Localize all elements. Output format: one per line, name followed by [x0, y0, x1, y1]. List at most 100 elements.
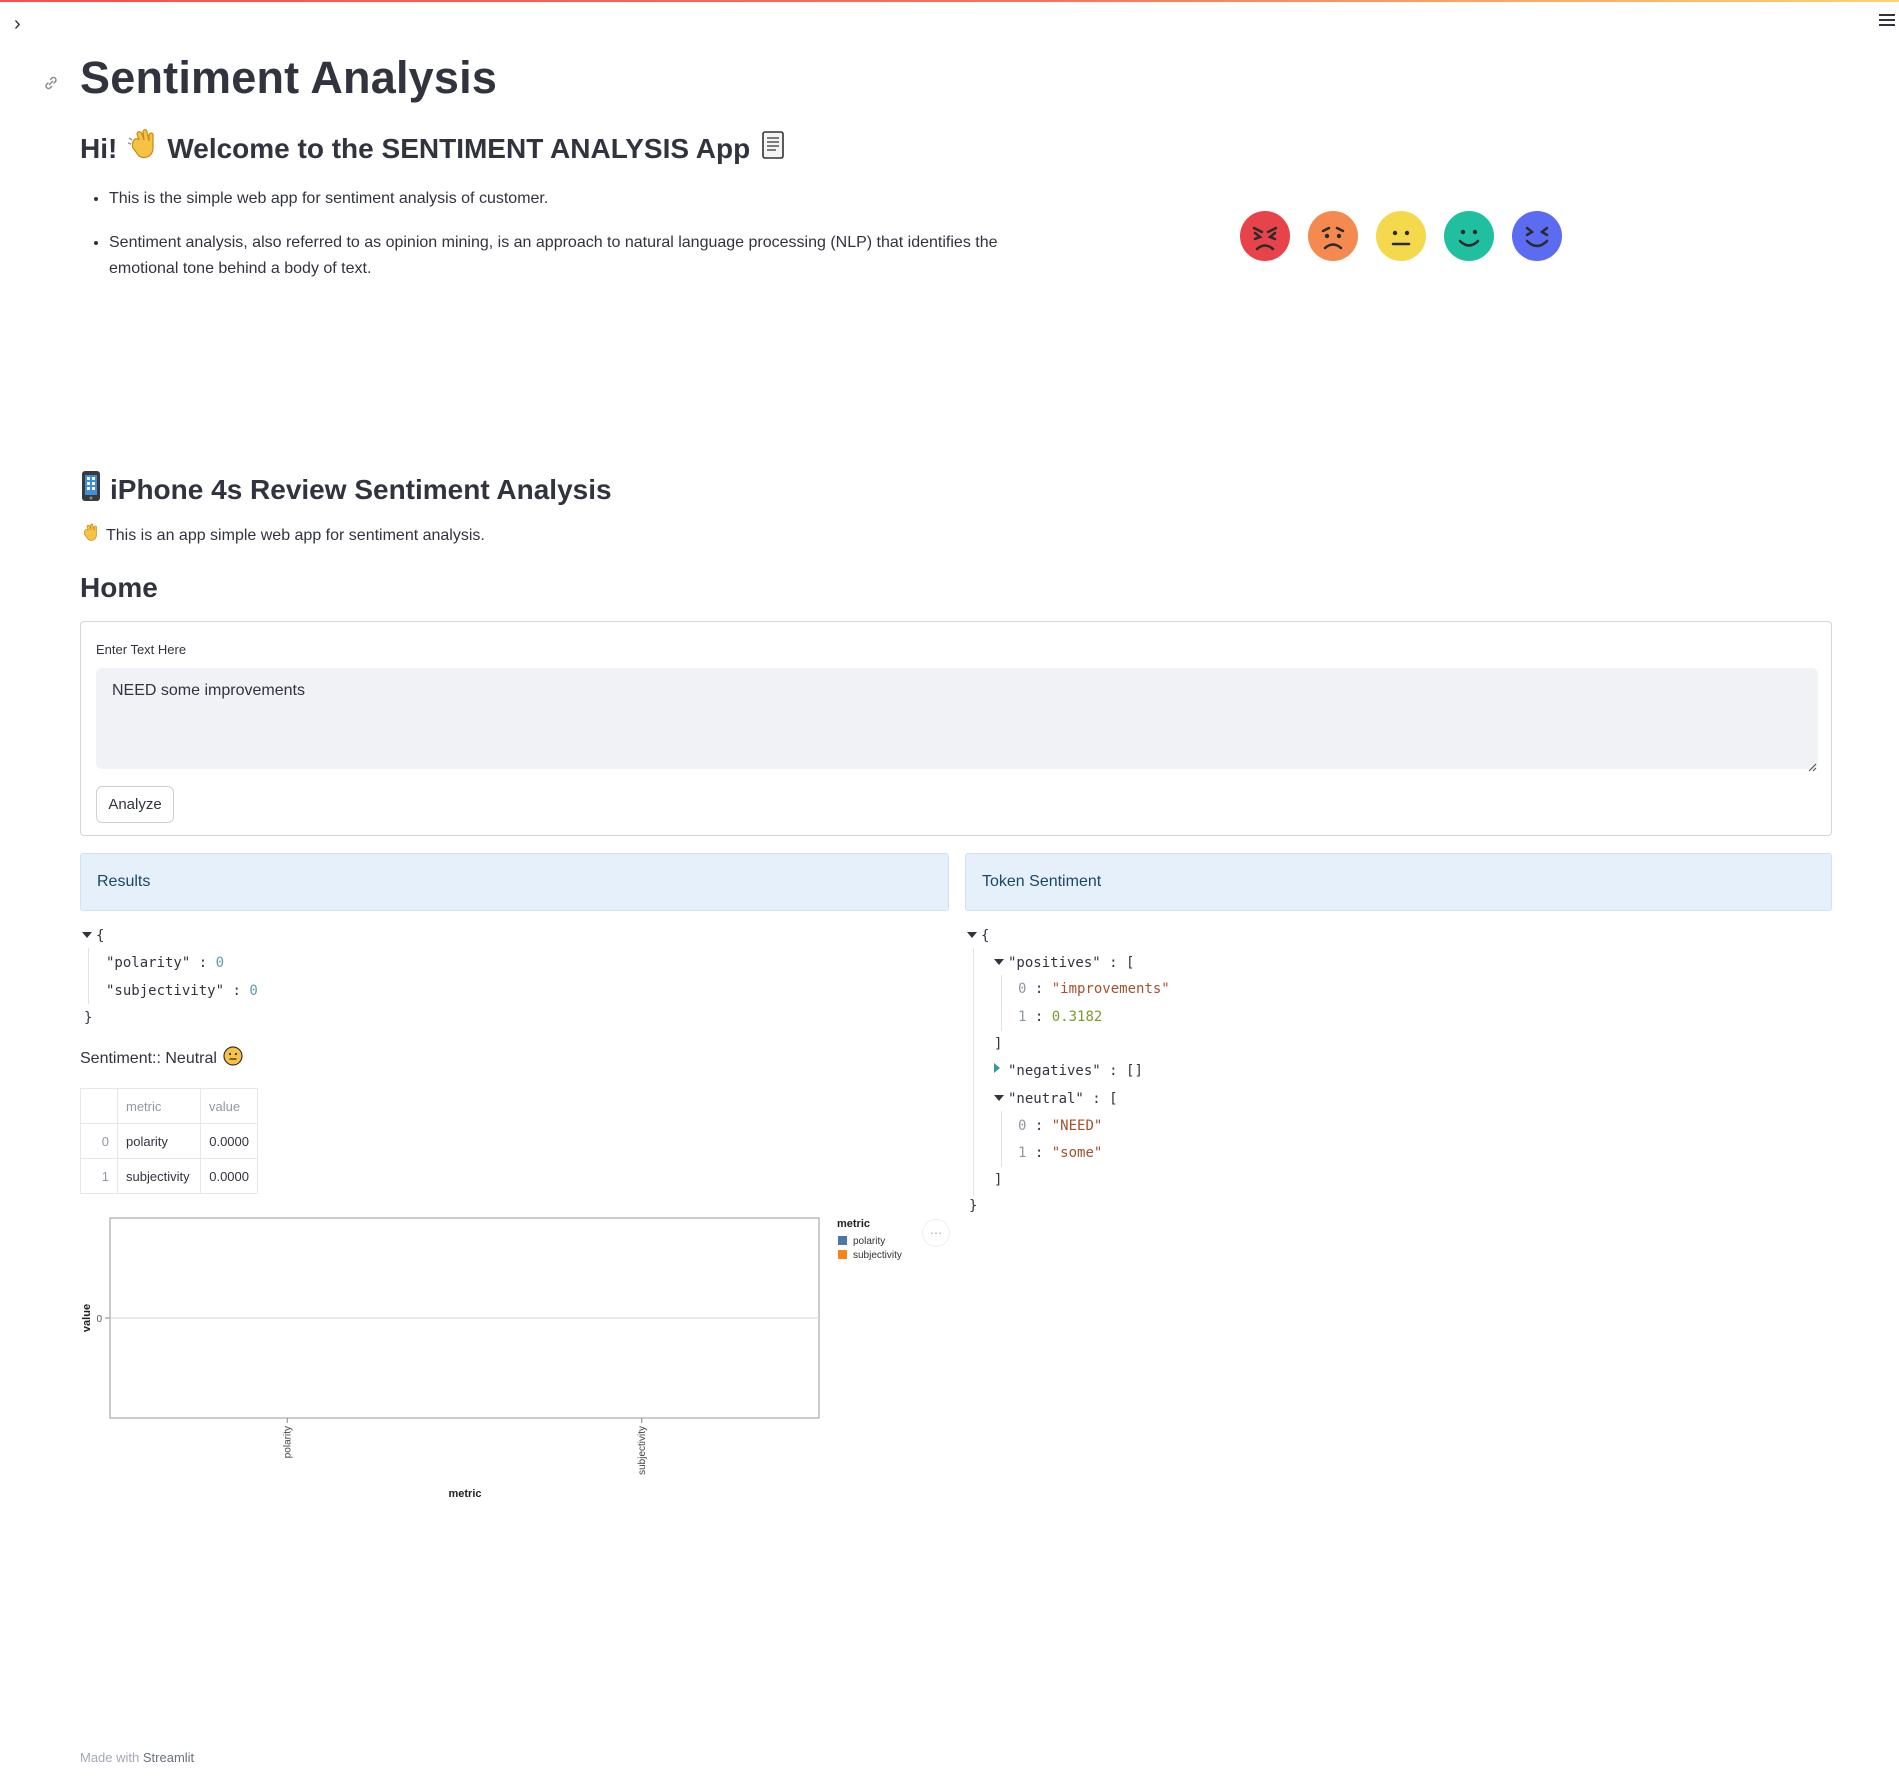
list-item: Sentiment analysis, also referred to as …: [109, 230, 1009, 282]
token-sentiment-json-viewer: { "positives" : [ 0 : "improvements" 1 :…: [965, 928, 1365, 1218]
json-guide-line: [1001, 975, 1002, 1031]
legend-swatch-polarity: [838, 1236, 847, 1245]
json-string-value: "improvements": [1051, 981, 1170, 997]
json-empty-array: []: [1126, 1063, 1143, 1079]
section-title: iPhone 4s Review Sentiment Analysis: [110, 473, 612, 505]
table-cell: 0: [80, 1123, 118, 1159]
sad-face-icon: [1308, 211, 1358, 261]
welcome-text: Welcome to the SENTIMENT ANALYSIS App: [167, 132, 751, 164]
analyze-button[interactable]: Analyze: [96, 786, 174, 823]
table-row: 0 polarity 0.0000: [80, 1123, 258, 1159]
collapse-toggle-icon[interactable]: [967, 932, 977, 938]
waving-hand-icon: [125, 128, 159, 169]
json-key: "positives": [1008, 955, 1101, 971]
y-tick-label: 0: [96, 1314, 102, 1325]
anchor-link-icon[interactable]: [42, 74, 60, 92]
json-array-item: 1 : 0.3182: [1018, 1009, 1103, 1025]
collapse-toggle-icon[interactable]: [82, 932, 92, 938]
json-brace: {: [96, 928, 105, 944]
json-array-item: 0 : "improvements": [1018, 981, 1170, 997]
json-brace: }: [969, 1198, 978, 1214]
table-header-cell: [80, 1088, 118, 1124]
json-number-value: 0.3182: [1051, 1009, 1103, 1025]
results-json-viewer: { "polarity" : 0 "subjectivity" : 0 }: [80, 928, 480, 1028]
x-tick-label: subjectivity: [637, 1426, 648, 1475]
section-heading: iPhone 4s Review Sentiment Analysis: [80, 470, 612, 509]
json-bracket: ]: [994, 1172, 1003, 1188]
chart-actions-menu-icon[interactable]: ⋯: [922, 1219, 950, 1247]
top-decoration-bar: [0, 0, 1899, 2]
metric-bar-chart[interactable]: 0 polarity subjectivity value metric metri…: [60, 1210, 960, 1510]
list-item: This is the simple web app for sentiment…: [109, 186, 1009, 212]
json-key-neutral: "neutral" : [: [1008, 1091, 1118, 1107]
json-entry-subjectivity: "subjectivity" : 0: [106, 983, 258, 999]
review-text-area[interactable]: [96, 668, 1818, 769]
json-string-value: "some": [1051, 1145, 1103, 1161]
token-sentiment-heading: Token Sentiment: [982, 873, 1102, 890]
table-cell: 0.0000: [200, 1123, 258, 1159]
section-intro: This is an app simple web app for sentim…: [80, 523, 485, 548]
table-cell: polarity: [117, 1123, 201, 1159]
json-key-positives: "positives" : [: [1008, 955, 1135, 971]
collapse-toggle-icon[interactable]: [994, 959, 1004, 965]
legend-label: subjectivity: [853, 1250, 902, 1261]
json-array-item: 1 : "some": [1018, 1145, 1103, 1161]
welcome-heading: Hi! Welcome to the SENTIMENT ANALYSIS Ap…: [80, 128, 788, 169]
x-axis-title: metric: [448, 1488, 481, 1500]
waving-hand-icon: [80, 523, 100, 548]
text-input-label: Enter Text Here: [96, 642, 187, 657]
results-info-box: Results: [80, 853, 949, 911]
footer-made-with: Made with: [80, 1750, 140, 1765]
json-key-negatives: "negatives" : []: [1008, 1063, 1143, 1079]
sentiment-text: Sentiment:: Neutral: [80, 1049, 217, 1067]
table-header-cell[interactable]: value: [200, 1088, 258, 1124]
scroll-document-icon: [758, 129, 788, 168]
neutral-face-icon: [223, 1046, 243, 1071]
polarity-json-value: 0: [215, 955, 225, 971]
json-bracket: ]: [994, 1036, 1003, 1052]
table-header-cell[interactable]: metric: [117, 1088, 201, 1124]
json-guide-line: [1001, 1111, 1002, 1167]
json-entry-polarity: "polarity" : 0: [106, 955, 225, 971]
intro-bullet-list: This is the simple web app for sentiment…: [80, 186, 1009, 300]
footer: Made with Streamlit: [80, 1750, 194, 1765]
y-axis-title: value: [81, 1304, 93, 1332]
table-cell: subjectivity: [117, 1158, 201, 1194]
results-dataframe[interactable]: metric value 0 polarity 0.0000 1 subject…: [80, 1088, 258, 1194]
neutral-face-icon: [1376, 211, 1426, 261]
streamlit-link[interactable]: Streamlit: [143, 1750, 194, 1765]
json-key: "neutral": [1008, 1091, 1084, 1107]
token-sentiment-info-box: Token Sentiment: [965, 853, 1832, 911]
angry-face-icon: [1240, 211, 1290, 261]
sentiment-label: Sentiment:: Neutral: [80, 1046, 243, 1071]
results-heading: Results: [97, 873, 151, 890]
very-happy-face-icon: [1512, 211, 1562, 261]
legend-swatch-subjectivity: [838, 1250, 847, 1259]
legend-title: metric: [837, 1218, 870, 1230]
table-cell: 0.0000: [200, 1158, 258, 1194]
json-brace: {: [981, 928, 990, 944]
json-brace: }: [84, 1010, 93, 1026]
json-key: "negatives": [1008, 1063, 1101, 1079]
page-title: Sentiment Analysis: [80, 52, 498, 103]
subjectivity-json-value: 0: [249, 983, 258, 999]
table-header-row: metric value: [80, 1088, 258, 1124]
happy-face-icon: [1444, 211, 1494, 261]
legend-label: polarity: [853, 1236, 885, 1247]
table-row: 1 subjectivity 0.0000: [80, 1158, 258, 1194]
json-guide-line: [88, 948, 89, 1004]
analyze-form: Enter Text Here Analyze: [80, 621, 1832, 836]
main-menu-icon[interactable]: [1879, 14, 1895, 28]
home-heading: Home: [80, 572, 158, 603]
collapse-toggle-icon[interactable]: [994, 1095, 1004, 1101]
x-tick-label: polarity: [282, 1426, 293, 1458]
expand-toggle-icon[interactable]: [994, 1063, 1000, 1073]
mobile-phone-icon: [80, 470, 102, 509]
sidebar-expand-chevron-icon[interactable]: ›: [14, 12, 34, 36]
table-cell: 1: [80, 1158, 118, 1194]
json-string-value: "NEED": [1051, 1118, 1103, 1134]
resize-grip-icon[interactable]: [1807, 759, 1817, 772]
welcome-prefix: Hi!: [80, 132, 118, 164]
sentiment-faces-image: [1240, 211, 1562, 261]
intro-text: This is an app simple web app for sentim…: [106, 526, 485, 544]
